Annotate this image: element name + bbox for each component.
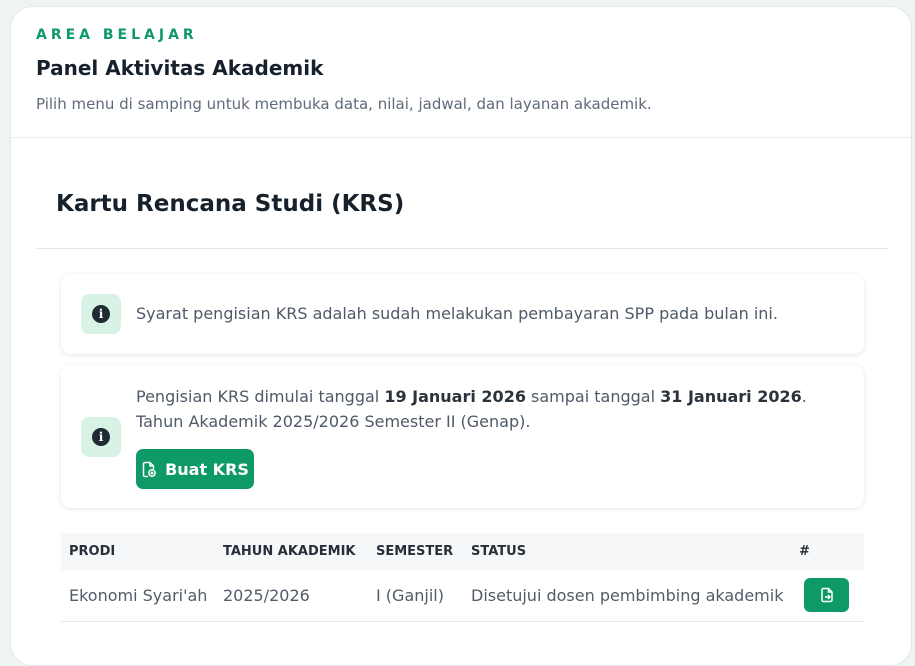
period-suffix: . xyxy=(801,387,807,406)
file-export-icon xyxy=(820,587,833,603)
period-end-date: 31 Januari 2026 xyxy=(660,387,802,406)
create-krs-button[interactable]: Buat KRS xyxy=(136,449,254,489)
cell-status: Disetujui dosen pembimbing akademik xyxy=(471,586,784,605)
main-panel: AREA BELAJAR Panel Aktivitas Akademik Pi… xyxy=(10,6,912,666)
col-semester: SEMESTER xyxy=(376,544,454,559)
period-start-date: 19 Januari 2026 xyxy=(384,387,526,406)
table-row: Ekonomi Syari'ah 2025/2026 I (Ganjil) Di… xyxy=(61,570,864,622)
cell-tahun: 2025/2026 xyxy=(223,586,310,605)
info-circle-icon: i xyxy=(92,305,110,323)
info-icon-box: i xyxy=(81,417,121,457)
eyebrow-label: AREA BELAJAR xyxy=(36,27,198,43)
krs-period-text: Pengisian KRS dimulai tanggal 19 Januari… xyxy=(136,387,807,406)
col-tahun-akademik: TAHUN AKADEMIK xyxy=(223,544,356,559)
page-subtitle: Pilih menu di samping untuk membuka data… xyxy=(36,95,652,113)
alert-requirement-text: Syarat pengisian KRS adalah sudah melaku… xyxy=(136,304,778,323)
section-title: Kartu Rencana Studi (KRS) xyxy=(56,191,405,217)
col-status: STATUS xyxy=(471,544,527,559)
cell-prodi: Ekonomi Syari'ah xyxy=(69,586,208,605)
info-icon-box: i xyxy=(81,294,121,334)
create-krs-label: Buat KRS xyxy=(165,459,249,479)
period-middle: sampai tanggal xyxy=(525,387,661,406)
krs-requirement-alert: i Syarat pengisian KRS adalah sudah mela… xyxy=(61,274,864,354)
page-title: Panel Aktivitas Akademik xyxy=(36,56,324,80)
academic-year-text: Tahun Akademik 2025/2026 Semester II (Ge… xyxy=(136,412,531,431)
section-divider xyxy=(36,248,889,249)
col-prodi: PRODI xyxy=(69,544,116,559)
period-prefix: Pengisian KRS dimulai tanggal xyxy=(136,387,385,406)
krs-period-alert: i Pengisian KRS dimulai tanggal 19 Janua… xyxy=(61,365,864,508)
krs-table-header: PRODI TAHUN AKADEMIK SEMESTER STATUS # xyxy=(61,533,864,570)
row-action-button[interactable] xyxy=(804,578,849,612)
file-plus-icon xyxy=(142,461,157,477)
header-divider xyxy=(11,137,911,138)
cell-semester: I (Ganjil) xyxy=(376,586,444,605)
col-action: # xyxy=(799,544,810,559)
info-circle-icon: i xyxy=(92,428,110,446)
